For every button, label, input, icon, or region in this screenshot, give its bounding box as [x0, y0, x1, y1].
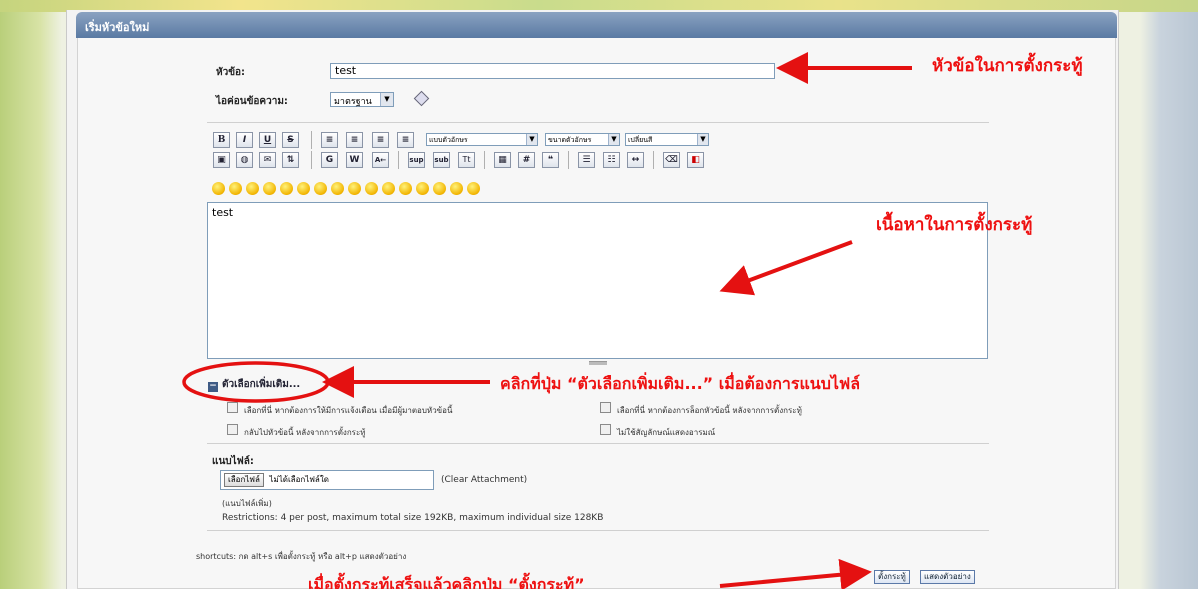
content-arrow [719, 240, 853, 296]
options-highlight-circle [182, 361, 330, 403]
post-arrow [719, 558, 872, 589]
annotation-overlay [182, 52, 912, 589]
